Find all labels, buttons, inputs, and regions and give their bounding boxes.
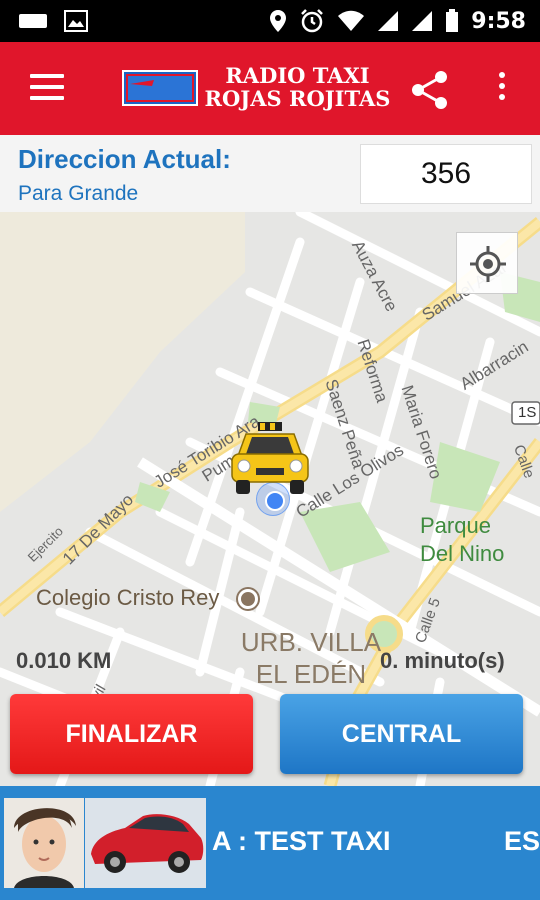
- status-bar: 9:58: [0, 0, 540, 42]
- park-label: Parque Del Nino: [420, 513, 505, 566]
- battery-icon: [446, 9, 459, 32]
- my-location-button[interactable]: [456, 232, 518, 294]
- location-icon: [270, 10, 287, 32]
- duration-readout: 0. minuto(s): [380, 648, 505, 673]
- car-photo: [85, 798, 206, 888]
- route-shield-label: 1S: [518, 404, 537, 421]
- my-location-icon: [470, 246, 506, 282]
- neighborhood-label: URB. VILLA EL EDÉN: [240, 627, 382, 689]
- taxi-icon[interactable]: [228, 422, 312, 496]
- driver-photo: [4, 798, 84, 888]
- finish-button[interactable]: FINALIZAR: [10, 694, 253, 774]
- alarm-icon: [301, 9, 324, 33]
- message-icon: [19, 14, 47, 28]
- address-panel: Direccion Actual: Para Grande 356: [0, 135, 540, 212]
- app-title-line2: ROJAS ROJITAS: [204, 86, 391, 111]
- app-bar: RADIO TAXI ROJAS ROJITAS: [0, 42, 540, 135]
- ticker-text-next: ES: [504, 826, 540, 856]
- signal-icon: [378, 11, 399, 31]
- address-label: Direccion Actual:: [18, 144, 231, 174]
- app-title-line1: RADIO TAXI: [225, 63, 370, 88]
- ticker-text: A : TEST TAXI: [212, 826, 391, 856]
- share-icon[interactable]: [408, 68, 452, 112]
- school-label: Colegio Cristo Rey: [36, 585, 220, 610]
- wifi-icon: [338, 10, 365, 31]
- distance-readout: 0.010 KM: [16, 648, 112, 673]
- image-icon: [64, 10, 88, 32]
- central-button[interactable]: CENTRAL: [280, 694, 523, 774]
- place-marker-icon[interactable]: [238, 589, 258, 609]
- signal-icon: [412, 11, 433, 31]
- logo: [122, 70, 198, 106]
- hamburger-icon[interactable]: [30, 74, 64, 102]
- driver-banner: A : TEST TAXI ES: [0, 786, 540, 900]
- status-bar-notifications: [18, 10, 88, 32]
- status-time: 9:58: [471, 8, 526, 34]
- app-title: RADIO TAXI ROJAS ROJITAS: [200, 64, 395, 110]
- unit-number: 356: [360, 144, 532, 204]
- status-bar-system: 9:58: [269, 6, 526, 36]
- address-value: Para Grande: [18, 182, 139, 205]
- more-vert-icon[interactable]: [494, 72, 510, 108]
